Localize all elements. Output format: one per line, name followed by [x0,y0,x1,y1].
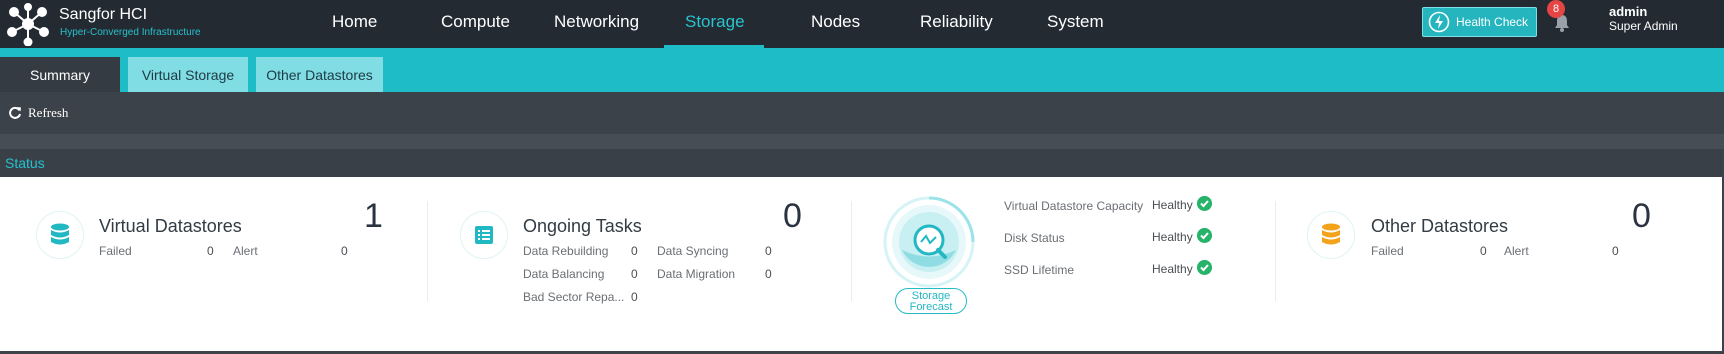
top-navigation-bar: Sangfor HCI Hyper-Converged Infrastructu… [0,0,1724,48]
other-datastores-title[interactable]: Other Datastores [1371,216,1508,237]
vd-failed-value[interactable]: 0 [207,244,214,258]
other-datastores-card-icon [1307,211,1355,259]
brand-title: Sangfor HCI [59,6,148,23]
tab-summary[interactable]: Summary [0,57,120,92]
refresh-icon [9,106,21,119]
tab-virtual-storage[interactable]: Virtual Storage [128,57,248,92]
nav-networking[interactable]: Networking [554,12,639,32]
health-check-icon [1428,11,1450,33]
separator-band [0,134,1724,149]
ongoing-tasks-total[interactable]: 0 [783,197,802,236]
disk-status-label: Disk Status [1004,231,1065,245]
bad-sector-repair-label: Bad Sector Repa... [523,290,625,304]
virtual-datastores-card-icon [36,211,84,259]
data-syncing-label: Data Syncing [657,244,729,258]
nav-nodes[interactable]: Nodes [811,12,860,32]
nav-home[interactable]: Home [332,12,377,32]
data-rebuilding-label: Data Rebuilding [523,244,609,258]
ssd-lifetime-value[interactable]: Healthy [1152,262,1193,276]
capacity-status-value[interactable]: Healthy [1152,198,1193,212]
task-list-icon [475,226,493,244]
vd-alert-value[interactable]: 0 [341,244,348,258]
database-icon [1322,223,1340,245]
card-divider [851,201,852,301]
status-section-title: Status [5,155,45,171]
bad-sector-repair-value[interactable]: 0 [631,290,638,304]
nav-reliability[interactable]: Reliability [920,12,993,32]
refresh-button[interactable]: Refresh [8,105,68,121]
od-failed-label: Failed [1371,244,1404,258]
status-section-header: Status [0,149,1722,177]
od-total-count[interactable]: 0 [1632,197,1651,236]
od-alert-value[interactable]: 0 [1612,244,1619,258]
database-icon [51,223,69,245]
user-role: Super Admin [1609,19,1678,33]
data-migration-label: Data Migration [657,267,736,281]
card-divider [427,201,428,301]
nav-compute[interactable]: Compute [441,12,510,32]
data-rebuilding-value[interactable]: 0 [631,244,638,258]
status-panel: Virtual Datastores Failed 0 Alert 0 1 On… [0,177,1722,351]
data-balancing-label: Data Balancing [523,267,605,281]
healthy-check-icon [1197,228,1212,243]
healthy-check-icon [1197,196,1212,211]
data-syncing-value[interactable]: 0 [765,244,772,258]
health-check-label: Health Check [1456,15,1529,29]
storage-forecast-button[interactable]: Storage Forecast [895,288,967,314]
health-check-button[interactable]: Health Check [1422,7,1537,37]
healthy-check-icon [1197,260,1212,275]
tab-other-datastores[interactable]: Other Datastores [256,57,383,92]
vd-alert-label: Alert [233,244,258,258]
card-divider [1275,201,1276,301]
brand-subtitle: Hyper-Converged Infrastructure [60,27,201,38]
vd-failed-label: Failed [99,244,132,258]
data-balancing-value[interactable]: 0 [631,267,638,281]
storage-forecast-icon[interactable] [882,195,976,289]
capacity-status-label: Virtual Datastore Capacity [1004,199,1144,213]
disk-status-value[interactable]: Healthy [1152,230,1193,244]
storage-subtab-bar: Summary Virtual Storage Other Datastores [0,48,1724,92]
user-name[interactable]: admin [1609,4,1647,19]
ssd-lifetime-label: SSD Lifetime [1004,263,1075,277]
nav-system[interactable]: System [1047,12,1104,32]
od-alert-label: Alert [1504,244,1529,258]
ongoing-tasks-card-icon [460,211,508,259]
virtual-datastores-title[interactable]: Virtual Datastores [99,216,242,237]
data-migration-value[interactable]: 0 [765,267,772,281]
ongoing-tasks-title[interactable]: Ongoing Tasks [523,216,642,237]
od-failed-value[interactable]: 0 [1480,244,1487,258]
sangfor-logo-icon [7,3,49,46]
toolbar: Refresh [0,92,1724,134]
refresh-label: Refresh [28,105,69,120]
nav-storage[interactable]: Storage [685,12,745,32]
vd-total-count[interactable]: 1 [364,197,383,236]
notification-count-badge: 8 [1547,0,1565,18]
